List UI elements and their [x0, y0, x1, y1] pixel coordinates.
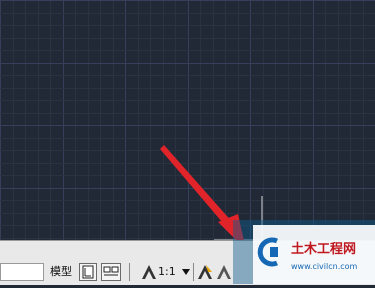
layout-view-button[interactable]: [79, 263, 97, 281]
site-watermark: 土木工程网 www.civilcn.com: [233, 220, 375, 284]
annotation-visibility-button[interactable]: [196, 263, 214, 281]
drawing-canvas[interactable]: [0, 0, 375, 240]
annotation-scale-label[interactable]: 1:1: [158, 263, 182, 281]
layout-view-icon: [82, 265, 94, 279]
status-separator: [193, 263, 194, 281]
annotation-visibility-icon: [198, 265, 212, 279]
watermark-graphic: 土木工程网 www.civilcn.com: [233, 220, 375, 284]
quick-view-icon: [103, 266, 119, 276]
auto-scale-button[interactable]: [215, 263, 233, 281]
quick-view-button[interactable]: [101, 263, 121, 281]
chevron-down-icon[interactable]: [182, 269, 190, 275]
auto-scale-icon: [217, 265, 231, 279]
model-tab-label: 模型: [50, 265, 72, 278]
site-name: 土木工程网: [291, 241, 356, 257]
tab-model[interactable]: 模型: [46, 263, 76, 281]
annotation-scale-icon: [142, 265, 156, 279]
site-url: www.civilcn.com: [291, 262, 358, 271]
status-separator: [129, 263, 130, 281]
annotation-scale-button[interactable]: [140, 263, 158, 281]
coordinate-readout: [0, 263, 44, 281]
